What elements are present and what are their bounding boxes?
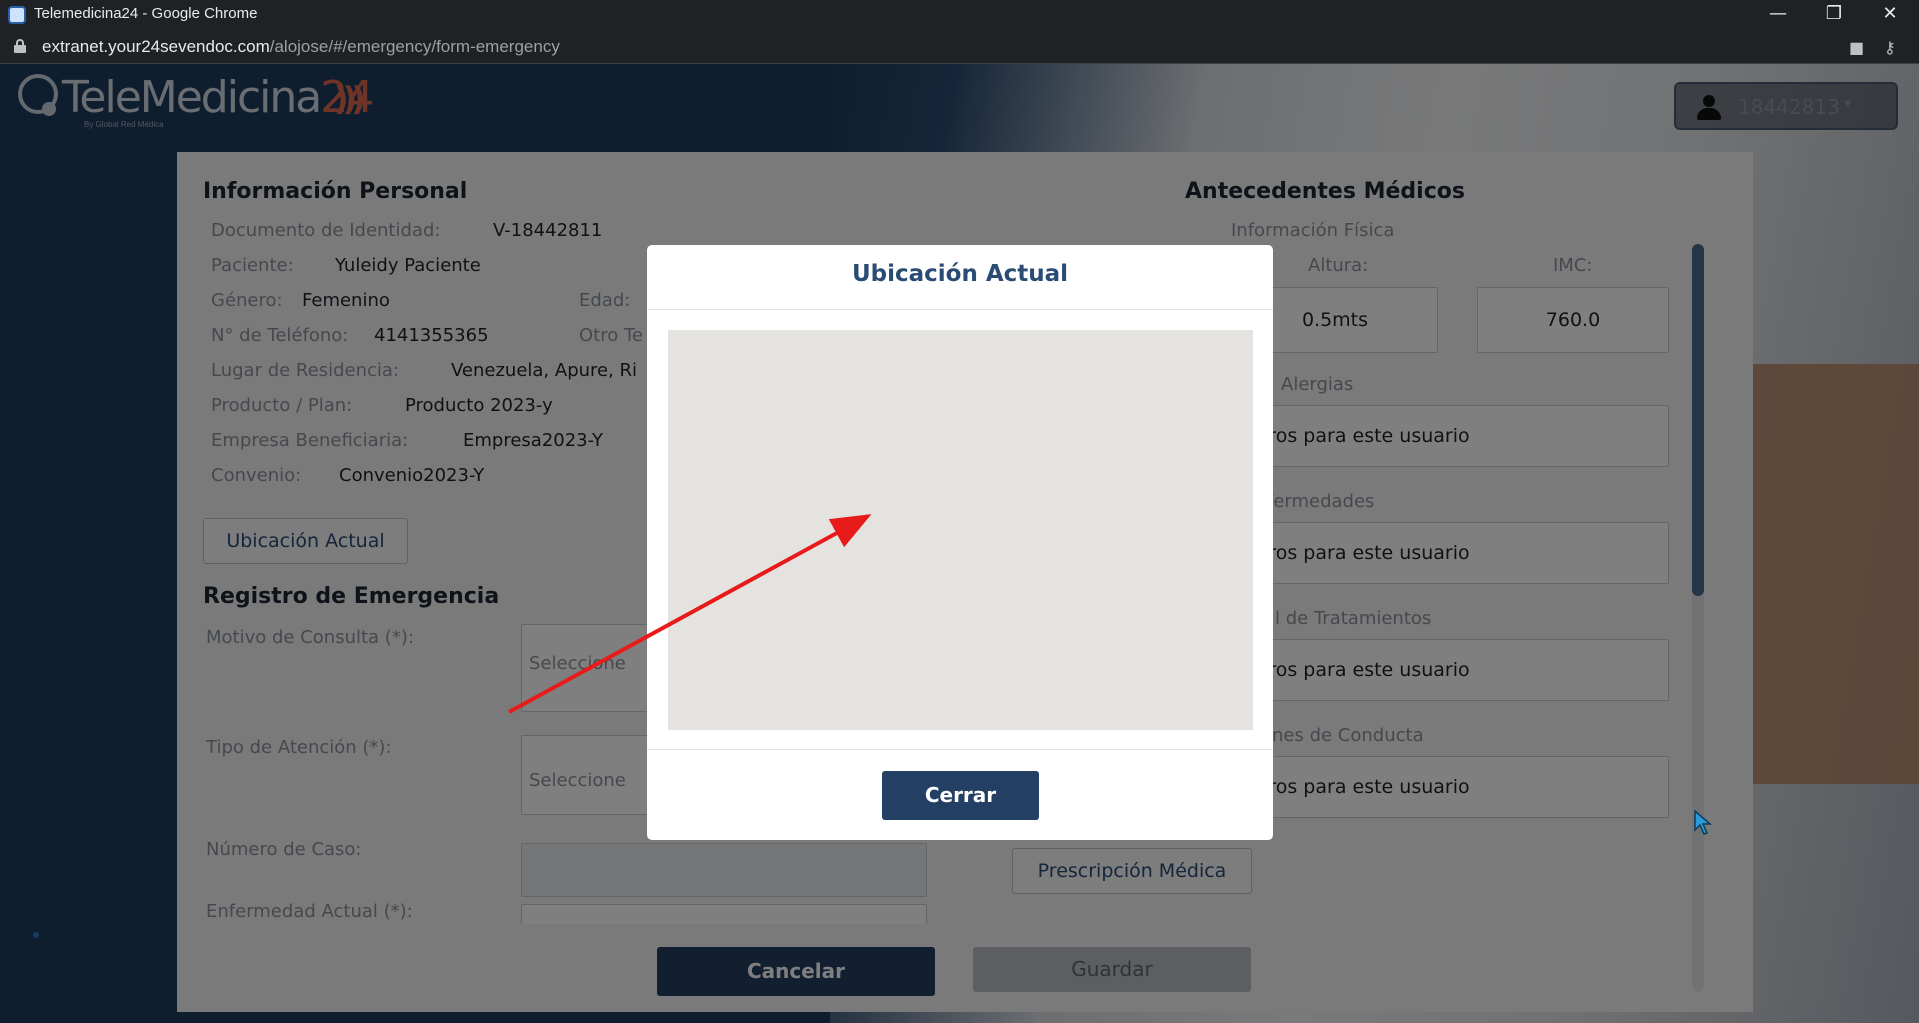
close-modal-button[interactable]: Cerrar <box>882 771 1039 820</box>
modal-divider <box>647 749 1273 750</box>
url-host: extranet.your24sevendoc.com <box>42 37 270 56</box>
camera-icon[interactable]: ■ <box>1849 38 1864 57</box>
url-path: /alojose/#/emergency/form-emergency <box>269 37 560 56</box>
browser-titlebar: Telemedicina24 - Google Chrome — ❐ ✕ <box>0 0 1919 30</box>
map-area[interactable] <box>668 330 1253 730</box>
page-viewport: TeleMedicina24 ))) By Global Red Médica … <box>0 64 1919 1023</box>
minimize-button[interactable]: — <box>1750 0 1806 30</box>
key-icon[interactable]: ⚷ <box>1884 38 1896 57</box>
url-text[interactable]: extranet.your24sevendoc.com/alojose/#/em… <box>42 37 560 57</box>
modal-title: Ubicación Actual <box>851 261 1069 287</box>
close-window-button[interactable]: ✕ <box>1862 0 1918 30</box>
window-title: Telemedicina24 - Google Chrome <box>34 5 258 22</box>
mouse-cursor-icon <box>1694 810 1712 835</box>
modal-divider <box>647 309 1273 310</box>
location-modal: Ubicación Actual Cerrar <box>647 245 1273 840</box>
site-favicon-icon <box>8 6 26 24</box>
address-bar[interactable]: extranet.your24sevendoc.com/alojose/#/em… <box>0 30 1919 64</box>
lock-icon[interactable] <box>14 39 26 53</box>
restore-button[interactable]: ❐ <box>1806 0 1862 30</box>
